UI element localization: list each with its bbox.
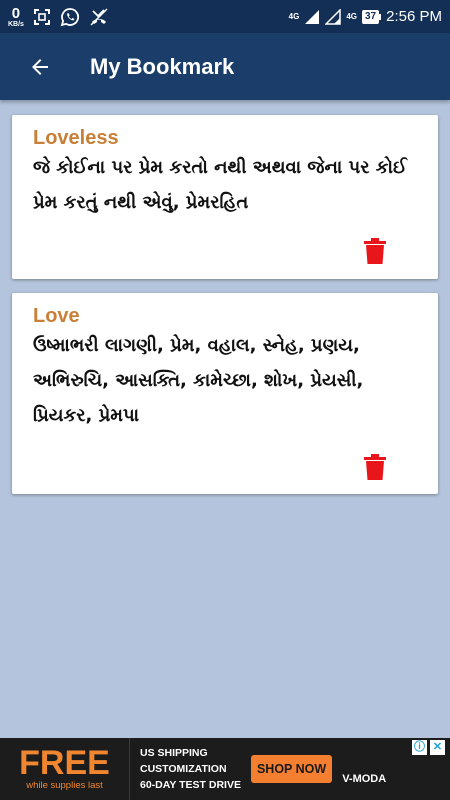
network-type-label-1: 4G	[288, 12, 300, 21]
ad-features: US SHIPPING CUSTOMIZATION 60-DAY TEST DR…	[140, 745, 241, 793]
ad-line-3: 60-DAY TEST DRIVE	[140, 779, 241, 791]
whatsapp-icon	[60, 7, 79, 26]
ad-free-text: FREE	[19, 744, 110, 782]
status-bar: 0 KB/s 4G 4G 37 2:56 PM	[0, 0, 450, 33]
network-speed-unit: KB/s	[8, 20, 24, 28]
delete-bookmark-button[interactable]	[364, 454, 386, 480]
app-bar: My Bookmark	[0, 33, 450, 100]
ad-shop-now-button[interactable]: SHOP NOW	[250, 755, 333, 783]
bookmark-word: Loveless	[33, 127, 119, 149]
wifi-calling-icon	[325, 8, 342, 25]
status-left: 0 KB/s	[8, 6, 109, 28]
arrow-back-icon	[32, 58, 48, 75]
network-speed: 0 KB/s	[8, 6, 24, 28]
bookmark-card[interactable]: Loveless જે કોઈના પર પ્રેમ કરતો નથી અથવા…	[12, 115, 438, 279]
ad-info-icon[interactable]: ⓘ	[412, 740, 427, 755]
bookmark-meaning: ઉષ્માભરી લાગણી, પ્રેમ, વહાલ, સ્નેહ, પ્રણ…	[33, 335, 364, 426]
ad-free-block: FREE while supplies last	[0, 738, 130, 800]
network-type-label-2: 4G	[346, 12, 357, 21]
back-button[interactable]	[20, 47, 60, 87]
bookmark-card[interactable]: Love ઉષ્માભરી લાગણી, પ્રેમ, વહાલ, સ્નેહ,…	[12, 293, 438, 494]
ad-line-1: US SHIPPING	[140, 747, 208, 759]
ad-banner[interactable]: FREE while supplies last US SHIPPING CUS…	[0, 738, 450, 800]
status-time: 2:56 PM	[386, 8, 442, 25]
ad-brand-logo: V-MODA	[342, 773, 387, 785]
bookmark-meaning: જે કોઈના પર પ્રેમ કરતો નથી અથવા જેના પર …	[33, 157, 407, 213]
network-speed-value: 0	[11, 4, 21, 22]
battery-level: 37	[362, 9, 380, 24]
battery-tip	[379, 13, 382, 20]
ad-controls: ⓘ ✕	[412, 740, 445, 755]
screenshot-icon	[33, 8, 50, 25]
battery-icon: 37	[362, 9, 382, 24]
delete-bookmark-button[interactable]	[364, 238, 386, 264]
status-right: 4G 4G 37 2:56 PM	[289, 8, 442, 25]
bookmark-word: Love	[33, 305, 80, 327]
missed-call-icon	[90, 7, 108, 26]
page-title: My Bookmark	[90, 53, 235, 79]
ad-close-icon[interactable]: ✕	[430, 740, 445, 755]
ad-line-2: CUSTOMIZATION	[140, 763, 227, 775]
ad-free-subtext: while supplies last	[26, 780, 103, 791]
signal-icon	[305, 9, 320, 24]
